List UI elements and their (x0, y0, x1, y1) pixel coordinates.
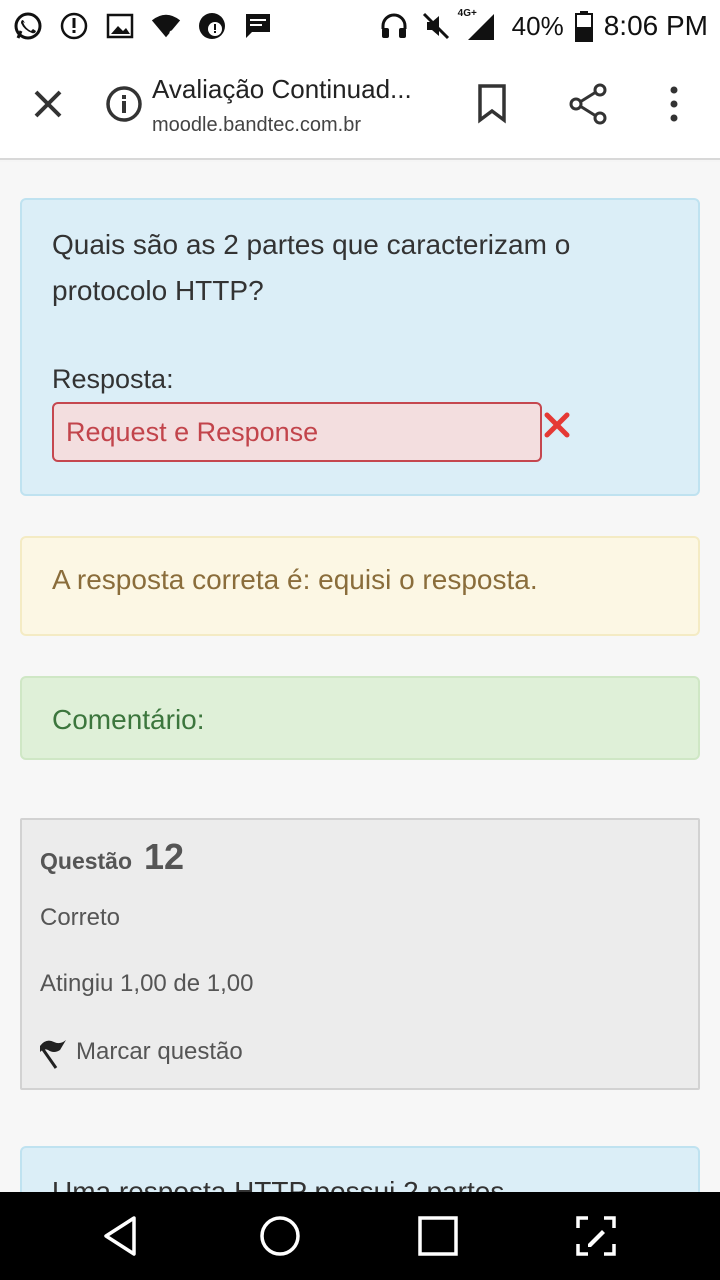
browser-toolbar: Avaliação Continuad... moodle.bandtec.co… (0, 52, 720, 160)
question-text: Quais são as 2 partes que caracterizam o… (52, 229, 571, 306)
mute-icon (420, 10, 452, 42)
home-icon[interactable] (258, 1214, 302, 1258)
flag-label[interactable]: Marcar questão (76, 1038, 243, 1066)
svg-text:?: ? (169, 29, 175, 40)
vpn-icon (196, 10, 228, 42)
status-bar: ? 4G+ 40% 8:06 PM (0, 0, 720, 52)
question-info-box: Questão 12 Correto Atingiu 1,00 de 1,00 … (20, 818, 700, 1090)
alert-icon (58, 10, 90, 42)
network-type: 4G+ (457, 8, 477, 19)
answer-label: Resposta: (52, 364, 174, 394)
share-icon[interactable] (566, 82, 610, 126)
wrong-icon (542, 410, 572, 440)
right-answer-text: A resposta correta é: equisi o resposta. (52, 564, 538, 595)
flag-question-link[interactable]: Marcar questão (38, 1034, 243, 1070)
answer-field[interactable] (52, 402, 542, 462)
question-state: Correto (40, 904, 121, 931)
clock: 8:06 PM (603, 10, 708, 41)
battery-icon (574, 10, 594, 42)
back-icon[interactable] (100, 1214, 144, 1258)
message-icon (242, 10, 274, 42)
page-title[interactable]: Avaliação Continuad... (152, 74, 412, 105)
notification-icons: ? (12, 10, 274, 42)
next-question-box: Uma resposta HTTP possui 2 partes (20, 1146, 700, 1192)
question-grade: Atingiu 1,00 de 1,00 (40, 970, 254, 997)
gallery-icon (104, 10, 136, 42)
close-icon[interactable] (28, 84, 68, 124)
bookmark-icon[interactable] (472, 82, 512, 126)
system-status: 4G+ 40% 8:06 PM (378, 8, 708, 42)
right-answer-box: A resposta correta é: equisi o resposta. (20, 536, 700, 636)
recents-icon[interactable] (416, 1214, 460, 1258)
flag-icon (38, 1034, 70, 1070)
feedback-label: Comentário: (52, 704, 205, 735)
wifi-icon: ? (150, 10, 182, 42)
battery-percent: 40% (511, 10, 564, 41)
info-icon[interactable] (104, 84, 144, 124)
next-question-text: Uma resposta HTTP possui 2 partes (52, 1176, 505, 1192)
question-box: Quais são as 2 partes que caracterizam o… (20, 198, 700, 496)
headset-icon (378, 10, 410, 42)
page-url[interactable]: moodle.bandtec.com.br (152, 114, 361, 137)
question-number: 12 (144, 836, 185, 877)
more-vert-icon[interactable] (660, 82, 688, 126)
page-content[interactable]: Quais são as 2 partes que caracterizam o… (0, 162, 720, 1192)
general-feedback-box: Comentário: (20, 676, 700, 760)
screen-icon[interactable] (574, 1214, 618, 1258)
whatsapp-icon (12, 10, 44, 42)
signal-icon: 4G+ (458, 8, 502, 42)
question-label: Questão (40, 848, 133, 874)
navigation-bar (0, 1192, 720, 1280)
